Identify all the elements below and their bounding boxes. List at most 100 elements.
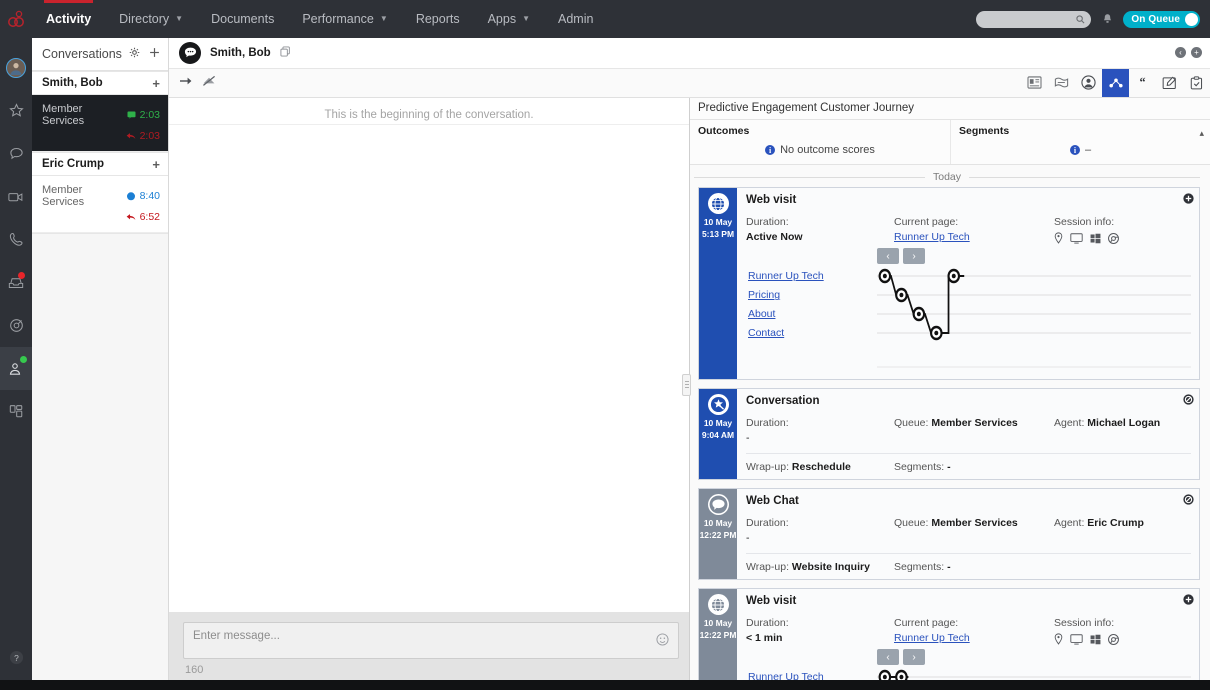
journey-card-web-chat[interactable]: 10 May 12:22 PM Web Chat Duration: - Que… <box>698 488 1200 581</box>
conversation-star-icon <box>707 394 729 416</box>
notifications-bell-icon[interactable] <box>1100 11 1114 27</box>
conversations-header: Conversations <box>32 38 168 71</box>
chart-label[interactable]: Pricing <box>748 286 877 305</box>
rail-item-avatar[interactable] <box>0 46 32 89</box>
chevron-up-icon[interactable]: ▴ <box>1199 128 1204 139</box>
genesys-logo[interactable] <box>0 0 32 38</box>
block-circle-icon[interactable] <box>1183 494 1194 508</box>
contact-name: Smith, Bob <box>42 77 103 89</box>
journey-timeline[interactable]: 10 May 5:13 PM Web visit Duration: Activ… <box>690 187 1210 680</box>
card-body: Web visit Duration: < 1 min Current page… <box>737 589 1199 680</box>
segments-label: Segments <box>959 125 1010 138</box>
search-icon <box>1076 14 1085 23</box>
conversation-timer: 2:03 <box>139 109 160 121</box>
rail-item-interactions[interactable] <box>0 347 32 390</box>
conversation-row[interactable]: Member Services 8:40 6:52 <box>32 176 168 233</box>
transfer-icon[interactable] <box>179 75 193 90</box>
plus-icon[interactable]: + <box>152 157 160 172</box>
nav-item-directory[interactable]: Directory ▼ <box>105 0 197 38</box>
card-time: 12:22 PM <box>699 529 737 540</box>
help-button[interactable]: ? <box>9 650 24 668</box>
field-value: Member Services <box>931 417 1018 430</box>
nav-item-apps[interactable]: Apps ▼ <box>474 0 544 38</box>
video-icon <box>8 192 23 201</box>
card-time: 12:22 PM <box>699 629 737 640</box>
conversation-group-header[interactable]: Smith, Bob + <box>32 71 168 95</box>
rail-item-phone[interactable] <box>0 218 32 261</box>
disconnect-icon[interactable] <box>202 75 216 90</box>
journey-icon[interactable] <box>1102 68 1129 98</box>
chart-label[interactable]: Runner Up Tech <box>748 267 877 286</box>
info-icon[interactable]: i <box>1069 145 1080 156</box>
pane-resize-handle[interactable] <box>682 373 691 396</box>
chart-prev-button[interactable]: ‹ <box>877 248 899 265</box>
script-icon[interactable] <box>1048 68 1075 97</box>
conversation-group-eric-crump: Eric Crump + Member Services 8:40 6:52 <box>32 152 168 233</box>
canned-response-icon[interactable]: “ <box>1129 68 1156 97</box>
card-title: Web visit <box>746 194 797 207</box>
rail-item-apps[interactable] <box>0 390 32 433</box>
add-circle-icon[interactable] <box>1183 594 1194 608</box>
current-page-link[interactable]: Runner Up Tech <box>894 632 1054 644</box>
rail-item-target[interactable] <box>0 304 32 347</box>
copy-icon[interactable] <box>280 46 291 60</box>
conversation-row[interactable]: Member Services 2:03 2:03 <box>32 95 168 152</box>
add-circle-icon[interactable] <box>1183 193 1194 207</box>
chart-next-button[interactable]: › <box>903 248 925 265</box>
info-icon[interactable]: i <box>765 145 776 156</box>
nav-item-admin[interactable]: Admin <box>544 0 607 38</box>
wrapup-icon[interactable] <box>1183 68 1210 97</box>
queue-status-label: On Queue <box>1131 13 1180 25</box>
rail-item-video[interactable] <box>0 175 32 218</box>
card-field-queue: Queue: Member Services <box>894 517 1054 544</box>
gear-icon[interactable] <box>129 47 140 61</box>
transcript-scroll-area[interactable]: This is the beginning of the conversatio… <box>169 98 689 612</box>
card-body: Conversation Duration: - Queue: Member S… <box>737 389 1199 479</box>
nav-item-performance[interactable]: Performance ▼ <box>288 0 401 38</box>
journey-card-web-visit[interactable]: 10 May 12:22 PM Web visit Duration: < 1 … <box>698 588 1200 680</box>
contact-card-icon[interactable] <box>1021 68 1048 97</box>
on-queue-toggle[interactable]: On Queue <box>1123 10 1200 28</box>
nav-item-documents[interactable]: Documents <box>197 0 288 38</box>
nav-item-activity[interactable]: Activity <box>32 0 105 38</box>
journey-card-web-visit[interactable]: 10 May 5:13 PM Web visit Duration: Activ… <box>698 187 1200 381</box>
rail-item-voicemail[interactable] <box>0 261 32 304</box>
card-badge: 10 May 12:22 PM <box>699 589 737 680</box>
current-page-link[interactable]: Runner Up Tech <box>894 231 1054 243</box>
add-conversation-icon[interactable] <box>149 47 160 61</box>
field-label: Wrap-up: <box>746 461 789 474</box>
field-label: Agent: <box>1054 417 1085 430</box>
profile-icon[interactable] <box>1075 68 1102 97</box>
collapse-left-button[interactable]: ‹ <box>1175 47 1186 59</box>
chart-label[interactable]: Contact <box>748 324 877 343</box>
chevron-down-icon: ▼ <box>522 14 531 23</box>
windows-icon <box>1090 634 1101 645</box>
plus-icon[interactable]: + <box>152 76 160 91</box>
conversation-group-header[interactable]: Eric Crump + <box>32 152 168 176</box>
nav-item-reports[interactable]: Reports <box>402 0 474 38</box>
add-interaction-button[interactable]: + <box>1191 47 1202 59</box>
card-badge: 10 May 9:04 AM <box>699 389 737 480</box>
page-path-chart: ‹ › Runner Up Tech Pricing About Contact <box>746 248 1191 373</box>
rail-item-chat[interactable] <box>0 132 32 175</box>
notes-icon[interactable] <box>1156 68 1183 97</box>
chart-pagination: ‹ › <box>877 248 1191 265</box>
rail-item-favorites[interactable] <box>0 89 32 132</box>
page-path-chart: ‹ › Runner Up Tech <box>746 649 1191 680</box>
chart-label[interactable]: Runner Up Tech <box>748 668 877 680</box>
chart-prev-button[interactable]: ‹ <box>877 649 899 666</box>
emoji-icon[interactable] <box>656 632 669 649</box>
page-path-line-chart <box>877 269 1191 368</box>
global-search-input[interactable] <box>976 10 1092 28</box>
status-badge <box>18 272 25 279</box>
transcript-begin-note: This is the beginning of the conversatio… <box>324 108 534 121</box>
chart-label[interactable]: About <box>748 305 877 324</box>
chevron-down-icon: ▼ <box>175 14 184 23</box>
journey-card-conversation[interactable]: 10 May 9:04 AM Conversation Duration: - <box>698 388 1200 481</box>
nav-item-label: Performance <box>302 12 374 26</box>
chart-next-button[interactable]: › <box>903 649 925 666</box>
block-circle-icon[interactable] <box>1183 394 1194 408</box>
svg-text:?: ? <box>14 653 19 663</box>
conversation-timer: 8:40 <box>139 190 160 202</box>
message-input[interactable]: Enter message... <box>183 622 679 659</box>
